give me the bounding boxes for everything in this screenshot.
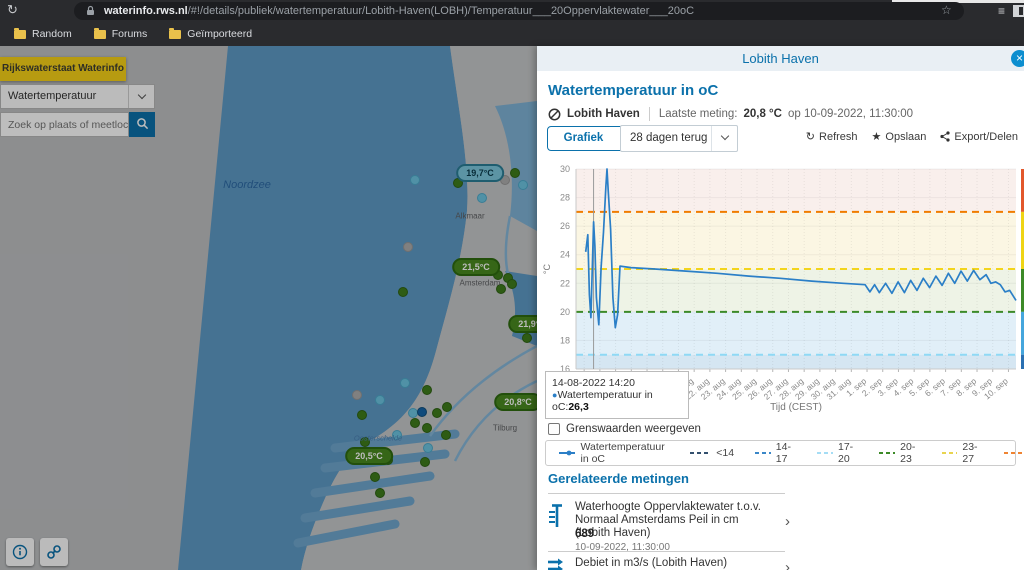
refresh-button[interactable]: ↻ Refresh <box>806 130 858 143</box>
map-dim-overlay <box>0 46 537 570</box>
svg-text:18: 18 <box>560 335 570 345</box>
related-item-waterhoogte[interactable]: Waterhoogte Oppervlaktewater t.o.v. Norm… <box>547 501 797 547</box>
browser-toolbar: ↻ waterinfo.rws.nl/#!/details/publiek/wa… <box>0 0 1024 22</box>
last-measurement-time: op 10-09-2022, 11:30:00 <box>788 108 913 120</box>
map[interactable]: NoordzeeAlkmaarAmsterdamTilburgOostersch… <box>0 46 537 570</box>
location-icon <box>548 108 561 121</box>
panel-header: Lobith Haven × <box>537 46 1024 71</box>
legend-item: >27 <box>1003 447 1024 459</box>
chevron-right-icon: › <box>785 559 790 570</box>
bookmark-folder[interactable]: Geïmporteerd <box>169 28 252 40</box>
address-bar[interactable]: waterinfo.rws.nl/#!/details/publiek/wate… <box>74 2 964 20</box>
legend-item: <14 <box>689 447 734 459</box>
chevron-right-icon: › <box>785 513 790 530</box>
related-item-debiet[interactable]: Debiet in m3/s (Lobith Haven) 09-08-2022… <box>547 557 797 570</box>
close-icon[interactable]: × <box>1011 50 1024 67</box>
svg-text:28: 28 <box>560 193 570 203</box>
star-icon: ★ <box>872 130 882 143</box>
panel-station-title: Lobith Haven <box>742 51 819 66</box>
tooltip-time: 14-08-2022 14:20 <box>552 377 682 389</box>
svg-text:°C: °C <box>542 263 552 274</box>
svg-text:24: 24 <box>560 250 570 260</box>
refresh-icon: ↻ <box>806 130 815 143</box>
bookmark-label: Geïmporteerd <box>187 28 252 40</box>
tooltip-value: 26,3 <box>568 401 588 413</box>
svg-text:Tijd (CEST): Tijd (CEST) <box>770 402 822 413</box>
refresh-label: Refresh <box>819 131 858 143</box>
bookmark-folder[interactable]: Forums <box>94 28 148 40</box>
bookmark-star-icon[interactable]: ☆ <box>941 3 952 17</box>
legend-item: 20-23 <box>878 441 920 465</box>
chart-tooltip: 14-08-2022 14:20 ●Watertemperatuur in oC… <box>545 371 689 419</box>
svg-text:26: 26 <box>560 221 570 231</box>
export-label: Export/Delen <box>954 131 1018 143</box>
svg-text:20: 20 <box>560 307 570 317</box>
related-heading: Gerelateerde metingen <box>548 471 689 486</box>
chart-legend: Watertemperatuur in oC <14 14-17 17-20 20-23… <box>545 440 1016 466</box>
station-name: Lobith Haven <box>567 108 640 120</box>
folder-icon <box>14 30 26 39</box>
bookmark-label: Forums <box>112 28 148 40</box>
save-label: Opslaan <box>885 131 926 143</box>
related-item-name: Debiet in m3/s (Lobith Haven) <box>575 557 775 570</box>
lock-icon <box>86 5 95 16</box>
url-domain: waterinfo.rws.nl <box>104 5 188 17</box>
reading-list-icon[interactable]: ≡ <box>998 4 1004 18</box>
grenswaarden-checkbox[interactable] <box>548 423 560 435</box>
svg-text:22: 22 <box>560 278 570 288</box>
date-range-value: 28 dagen terug <box>630 132 707 144</box>
legend-item: Watertemperatuur in oC <box>558 441 669 465</box>
legend-item: 17-20 <box>816 441 858 465</box>
related-item-value: 689 <box>575 528 594 540</box>
water-level-icon <box>547 503 565 529</box>
related-item-name: Waterhoogte Oppervlaktewater t.o.v. Norm… <box>575 501 775 540</box>
svg-text:30: 30 <box>560 164 570 174</box>
last-measurement-label: Laatste meting: <box>659 108 738 120</box>
last-measurement-value: 20,8 °C <box>743 108 781 120</box>
legend-item: 23-27 <box>941 441 983 465</box>
reload-icon[interactable]: ↻ <box>7 2 18 18</box>
bookmarks-bar: Random Forums Geïmporteerd <box>0 22 1024 46</box>
page-title: Watertemperatuur in oC <box>548 82 718 99</box>
tab-grafiek[interactable]: Grafiek <box>548 127 619 150</box>
chevron-down-icon <box>711 126 737 151</box>
save-button[interactable]: ★Opslaan <box>872 130 927 143</box>
export-share-button[interactable]: Export/Delen <box>940 131 1018 143</box>
bookmark-label: Random <box>32 28 72 40</box>
date-range-select[interactable]: 28 dagen terug <box>620 125 738 152</box>
bookmark-folder[interactable]: Random <box>14 28 72 40</box>
flow-icon <box>547 557 565 570</box>
grenswaarden-label: Grenswaarden weergeven <box>566 423 701 435</box>
share-icon <box>940 131 950 142</box>
detail-panel: Lobith Haven × Watertemperatuur in oC Lo… <box>537 46 1024 570</box>
side-panel-icon[interactable] <box>1013 5 1024 17</box>
folder-icon <box>169 30 181 39</box>
measurement-meta: Lobith Haven Laatste meting: 20,8 °C op … <box>548 107 913 121</box>
url-path: /#!/details/publiek/watertemperatuur/Lob… <box>188 5 694 17</box>
legend-item: 14-17 <box>754 441 796 465</box>
folder-icon <box>94 30 106 39</box>
